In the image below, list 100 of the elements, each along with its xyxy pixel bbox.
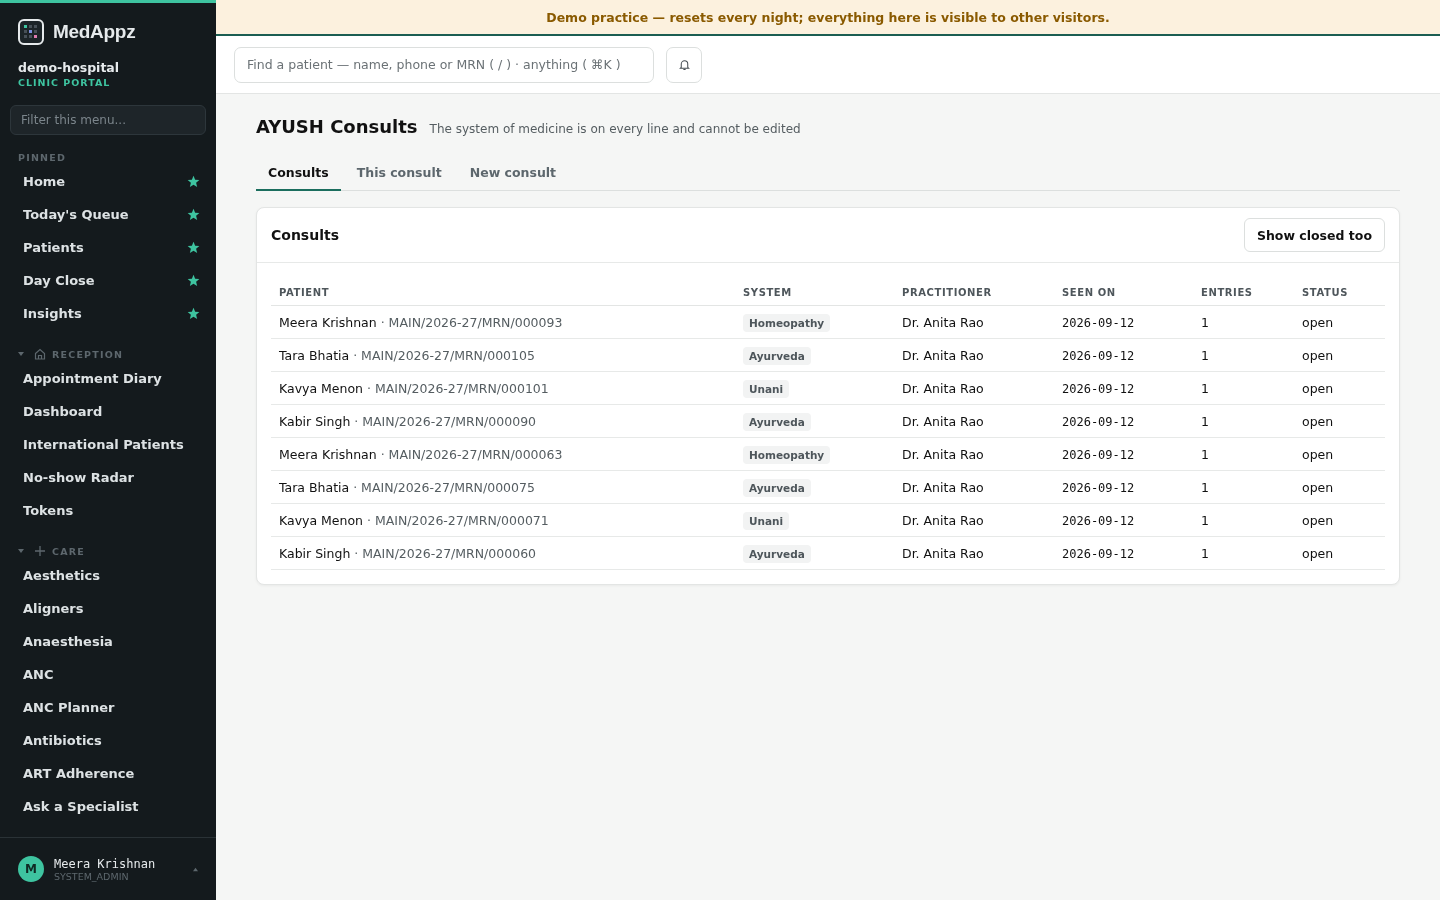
demo-banner-text: Demo practice — resets every night; everything here is visible to other visitors.	[546, 9, 1110, 25]
user-name: Meera Krishnan	[54, 856, 157, 871]
nav-item[interactable]: Antibiotics	[23, 733, 102, 748]
star-icon[interactable]	[187, 208, 200, 221]
nav-item[interactable]: Aesthetics	[23, 568, 101, 583]
table-cell: Dr. Anita Rao	[902, 380, 984, 396]
status-cell: open	[1302, 380, 1334, 396]
section-heading: CARE	[52, 545, 85, 557]
org-name: demo-hospital	[17, 59, 121, 75]
system-tag: Unani	[743, 379, 790, 398]
table-cell: 1	[1201, 347, 1209, 363]
tab[interactable]: New consult	[457, 157, 569, 191]
section-heading: PINNED	[18, 151, 66, 163]
system-tag: Ayurveda	[743, 412, 811, 431]
patient-cell[interactable]: Tara Bhatia · MAIN/2026-27/MRN/000105	[279, 347, 535, 363]
star-icon[interactable]	[187, 274, 200, 287]
tab[interactable]: This consult	[344, 157, 454, 191]
nav-item[interactable]: ANC Planner	[23, 700, 115, 715]
plus-icon	[34, 545, 46, 557]
system-tag: Homeopathy	[743, 313, 831, 332]
column-header: SEEN ON	[1062, 286, 1116, 298]
page-subtitle: The system of medicine is on every line and cannot be edited	[429, 122, 801, 136]
brand-name: MedAppz	[53, 21, 136, 43]
system-tag: Ayurveda	[743, 478, 811, 497]
star-icon[interactable]	[187, 307, 200, 320]
table-cell: 2026-09-12	[1062, 315, 1135, 330]
column-header: PATIENT	[279, 286, 330, 298]
nav-item[interactable]: ART Adherence	[23, 766, 135, 781]
status-cell: open	[1302, 446, 1334, 462]
status-cell: open	[1302, 512, 1334, 528]
column-header: STATUS	[1302, 286, 1348, 298]
caret-icon[interactable]	[193, 866, 198, 872]
system-tag: Unani	[743, 511, 790, 530]
table-cell: 1	[1201, 413, 1209, 429]
table-cell: 2026-09-12	[1062, 513, 1135, 528]
table-cell: Dr. Anita Rao	[902, 512, 984, 528]
table-cell: Dr. Anita Rao	[902, 314, 984, 330]
system-tag: Homeopathy	[743, 445, 831, 464]
user-role: SYSTEM_ADMIN	[54, 870, 130, 882]
patient-cell[interactable]: Kabir Singh · MAIN/2026-27/MRN/000090	[279, 413, 537, 429]
nav-item[interactable]: Patients	[23, 240, 84, 255]
patient-cell[interactable]: Kavya Menon · MAIN/2026-27/MRN/000071	[279, 512, 549, 528]
patient-cell[interactable]: Meera Krishnan · MAIN/2026-27/MRN/000093	[279, 314, 563, 330]
search-field[interactable]: Find a patient — name, phone or MRN ( / ) · anything ( ⌘K )	[234, 46, 654, 83]
table-cell: 1	[1201, 314, 1209, 330]
table-cell: Dr. Anita Rao	[902, 347, 984, 363]
system-tag: Ayurveda	[743, 346, 811, 365]
nav-item[interactable]: Tokens	[23, 503, 74, 518]
column-header: PRACTITIONER	[902, 286, 992, 298]
table-cell: 2026-09-12	[1062, 348, 1135, 363]
patient-cell[interactable]: Tara Bhatia · MAIN/2026-27/MRN/000075	[279, 479, 535, 495]
table-cell: 1	[1201, 446, 1209, 462]
table-cell: 2026-09-12	[1062, 480, 1135, 495]
system-tag: Ayurveda	[743, 544, 811, 563]
bell-icon	[677, 58, 691, 71]
patient-cell[interactable]: Kavya Menon · MAIN/2026-27/MRN/000101	[279, 380, 549, 396]
status-cell: open	[1302, 413, 1334, 429]
table-cell: 2026-09-12	[1062, 447, 1135, 462]
nav-item[interactable]: Day Close	[23, 273, 95, 288]
nav-item[interactable]: International Patients	[23, 437, 184, 452]
show-closed-button[interactable]: Show closed too	[1243, 218, 1385, 252]
logo-icon	[18, 19, 44, 45]
caret-icon[interactable]	[18, 351, 24, 357]
nav-item[interactable]: Appointment Diary	[23, 371, 162, 386]
caret-icon[interactable]	[18, 548, 24, 554]
status-cell: open	[1302, 545, 1334, 561]
table-cell: Dr. Anita Rao	[902, 545, 984, 561]
nav-item[interactable]: Today's Queue	[23, 207, 129, 222]
patient-cell[interactable]: Meera Krishnan · MAIN/2026-27/MRN/000063	[279, 446, 563, 462]
star-icon[interactable]	[187, 175, 200, 188]
status-cell: open	[1302, 347, 1334, 363]
nav-item[interactable]: Dashboard	[23, 404, 103, 419]
card-title: Consults	[271, 227, 339, 243]
section-heading: RECEPTION	[52, 348, 124, 360]
table-cell: 1	[1201, 512, 1209, 528]
table-cell: 1	[1201, 545, 1209, 561]
table-cell: 2026-09-12	[1062, 381, 1135, 396]
star-icon[interactable]	[187, 241, 200, 254]
nav-item[interactable]: ANC	[23, 667, 54, 682]
filter-field[interactable]: Filter this menu...	[10, 105, 206, 135]
notification-button[interactable]	[666, 46, 702, 83]
status-cell: open	[1302, 314, 1334, 330]
table-cell: 2026-09-12	[1062, 546, 1135, 561]
user-avatar[interactable]: M	[18, 856, 44, 882]
table-cell: 1	[1201, 479, 1209, 495]
page-title: AYUSH Consults	[256, 116, 418, 137]
table-cell: 2026-09-12	[1062, 414, 1135, 429]
nav-item[interactable]: Home	[23, 174, 66, 189]
nav-item[interactable]: No-show Radar	[23, 470, 134, 485]
nav-item[interactable]: Anaesthesia	[23, 634, 113, 649]
nav-item[interactable]: Insights	[23, 306, 82, 321]
house-icon	[34, 348, 46, 360]
nav-item[interactable]: Aligners	[23, 601, 84, 616]
tab[interactable]: Consults	[256, 157, 341, 191]
table-cell: Dr. Anita Rao	[902, 413, 984, 429]
nav-item[interactable]: Ask a Specialist	[23, 799, 139, 814]
patient-cell[interactable]: Kabir Singh · MAIN/2026-27/MRN/000060	[279, 545, 537, 561]
column-header: ENTRIES	[1201, 286, 1253, 298]
column-header: SYSTEM	[743, 286, 792, 298]
table-cell: Dr. Anita Rao	[902, 446, 984, 462]
